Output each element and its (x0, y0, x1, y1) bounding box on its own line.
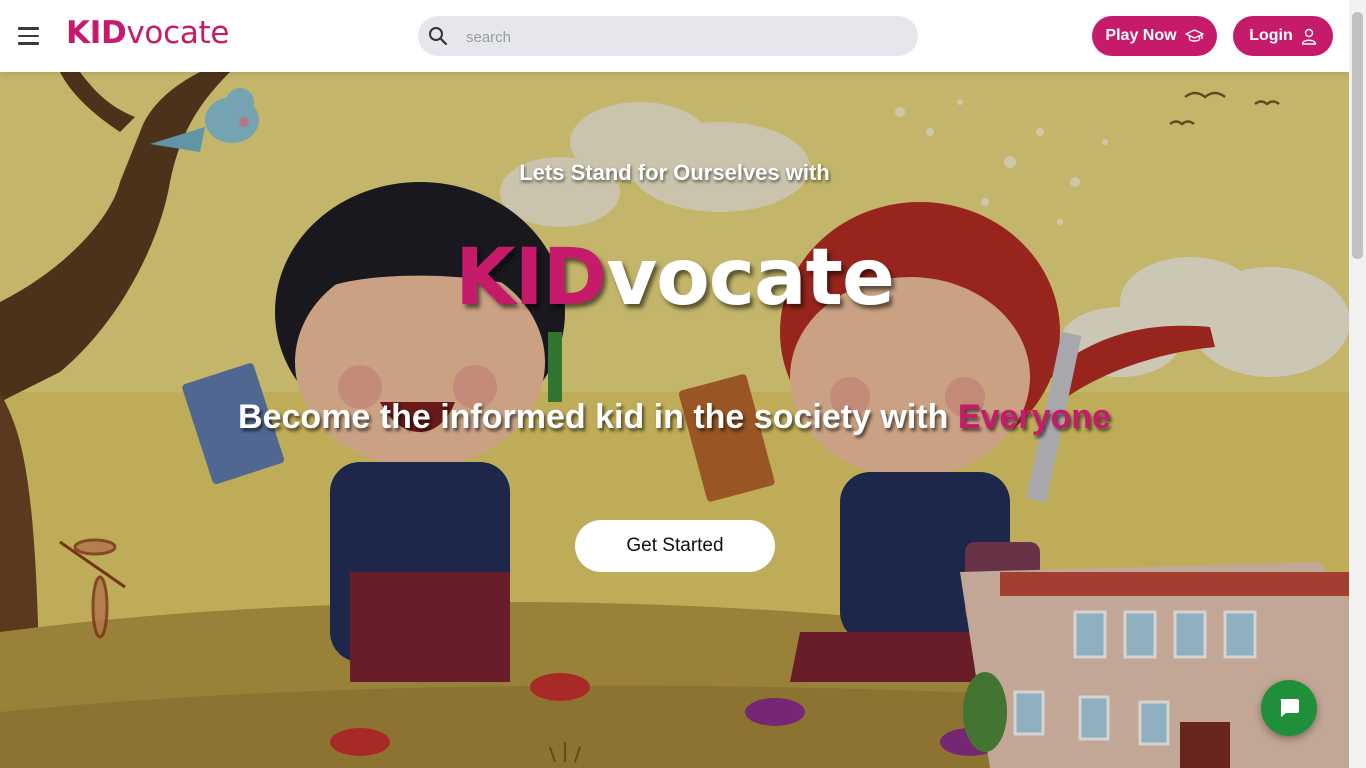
page-scrollbar[interactable] (1349, 0, 1366, 768)
hamburger-menu-icon[interactable] (18, 27, 39, 45)
hero-subline: Become the informed kid in the society w… (0, 398, 1349, 437)
get-started-button[interactable]: Get Started (575, 520, 775, 572)
hero-brand-kid: KID (455, 233, 607, 323)
hero-brand-title: KIDvocate (0, 228, 1349, 328)
hero-subline-text: Become the informed kid in the society w… (238, 398, 958, 436)
brand-logo[interactable]: KIDvocate (66, 13, 229, 53)
user-icon (1301, 28, 1316, 45)
top-navbar: KIDvocate Play Now Login (0, 0, 1349, 72)
login-label: Login (1249, 27, 1293, 44)
search-icon[interactable] (428, 26, 448, 46)
hero-tagline: Lets Stand for Ourselves with (519, 160, 830, 185)
chat-button[interactable] (1261, 680, 1317, 736)
chat-bubble-icon (1280, 699, 1299, 717)
play-now-button[interactable]: Play Now (1092, 16, 1217, 56)
graduation-cap-icon (1184, 29, 1204, 42)
login-button[interactable]: Login (1233, 16, 1333, 56)
search-input[interactable] (464, 16, 908, 58)
brand-logo-kid: KID (66, 15, 127, 51)
search-bar (418, 16, 918, 58)
scrollbar-thumb[interactable] (1352, 12, 1363, 259)
brand-logo-vocate: vocate (126, 15, 230, 51)
play-now-label: Play Now (1105, 27, 1177, 44)
hero-section: Lets Stand for Ourselves with KIDvocate … (0, 72, 1349, 768)
hero-brand-vocate: vocate (606, 233, 894, 323)
hero-subline-highlight: Everyone (957, 398, 1111, 436)
